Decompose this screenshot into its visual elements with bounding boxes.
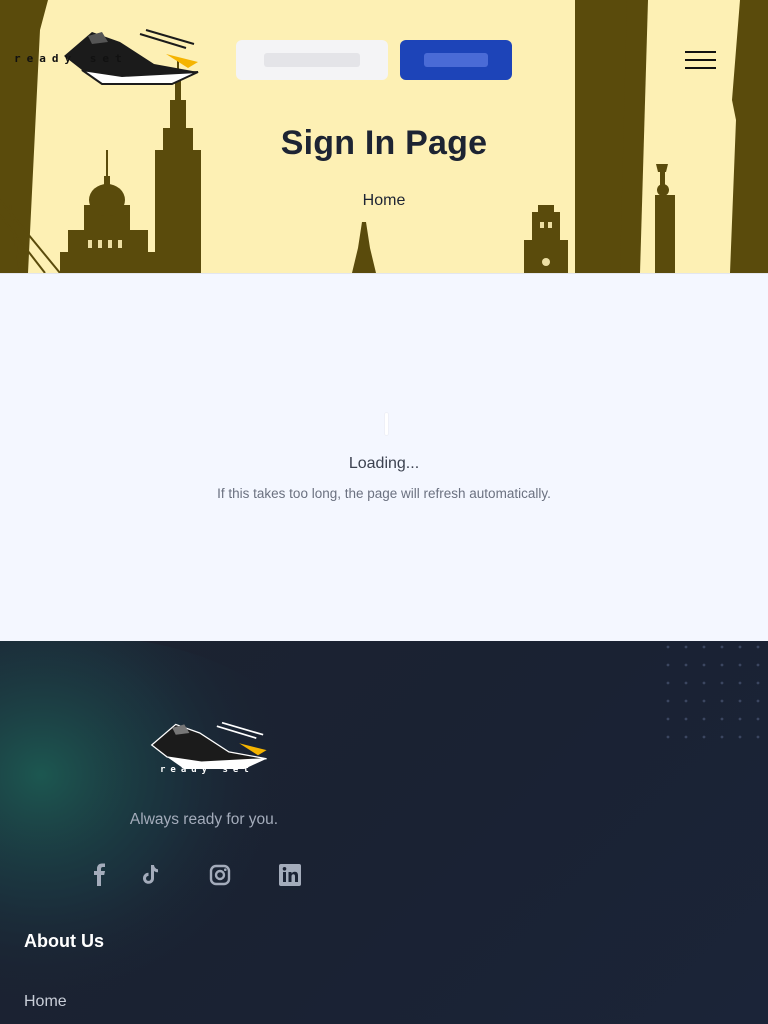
linkedin-icon[interactable]: [278, 863, 302, 887]
footer-tagline: Always ready for you.: [129, 811, 279, 828]
loading-title: Loading...: [348, 455, 420, 472]
hero-header: ready set Sign In Page Home: [0, 0, 768, 273]
loading-message: If this takes too long, the page will re…: [217, 486, 551, 501]
logo-text: ready set: [14, 52, 128, 65]
footer: ready set Always ready for you. About Us…: [0, 641, 768, 1024]
page-title: Sign In Page: [280, 124, 488, 162]
sign-up-button[interactable]: [400, 40, 512, 80]
footer-link-home[interactable]: Home: [24, 993, 67, 1011]
menu-icon[interactable]: [684, 49, 718, 71]
sign-in-label-placeholder: [264, 53, 360, 67]
instagram-icon[interactable]: [208, 863, 232, 887]
footer-logo-text: ready set: [160, 765, 254, 775]
breadcrumb-home-link[interactable]: Home: [363, 192, 406, 209]
facebook-icon[interactable]: [88, 863, 112, 887]
menu-line: [685, 67, 716, 69]
breadcrumb: Home: [0, 192, 768, 210]
menu-line: [685, 59, 716, 61]
page: ready set Sign In Page Home Loading... I…: [0, 0, 768, 1024]
footer-background-decoration: [0, 641, 760, 1024]
sign-up-label-placeholder: [424, 53, 488, 67]
sign-in-button[interactable]: [236, 40, 388, 80]
menu-line: [685, 51, 716, 53]
hero-divider: [0, 273, 768, 274]
loading-spinner: [385, 413, 388, 435]
about-us-heading: About Us: [24, 931, 104, 951]
tiktok-icon[interactable]: [138, 863, 162, 887]
